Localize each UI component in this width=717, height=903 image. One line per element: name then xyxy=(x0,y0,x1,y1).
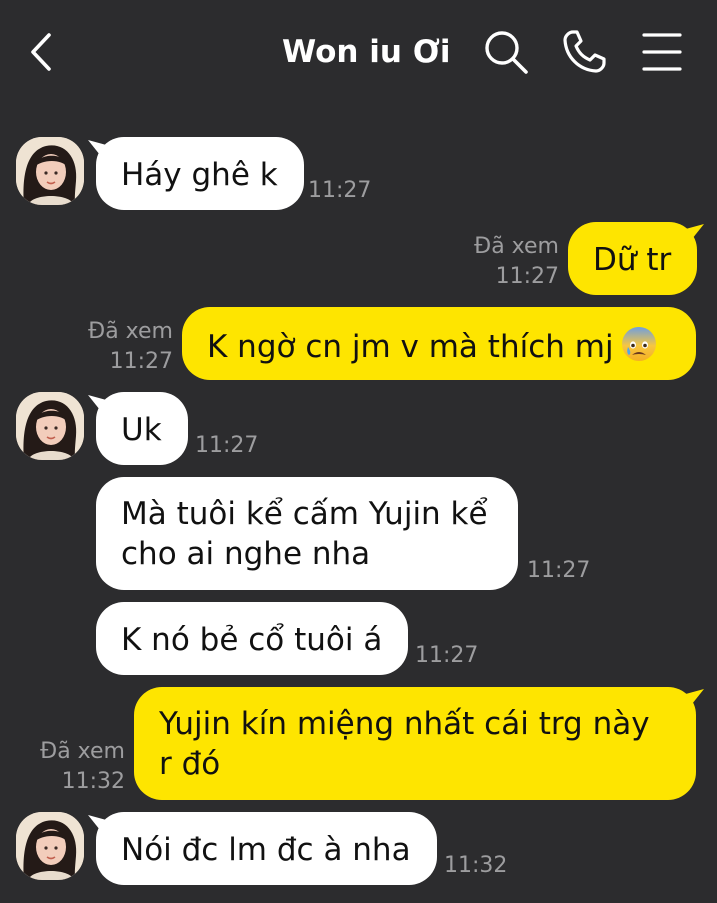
message-bubble-incoming[interactable]: Nói đc lm đc à nha xyxy=(96,812,437,885)
search-button[interactable] xyxy=(480,26,532,78)
profile-photo xyxy=(16,392,84,460)
message-bubble-incoming[interactable]: K nó bẻ cổ tuôi á xyxy=(96,602,409,675)
message-bubble-outgoing[interactable]: K ngờ cn jm v mà thích mj xyxy=(182,307,696,380)
message-time: 11:27 xyxy=(415,643,479,668)
avatar[interactable] xyxy=(16,812,84,880)
menu-button[interactable] xyxy=(636,26,688,78)
message-time: 11:27 xyxy=(495,264,559,289)
message-text: K nó bẻ cổ tuôi á xyxy=(121,622,383,658)
profile-photo xyxy=(16,137,84,205)
message-time: 11:32 xyxy=(444,853,508,878)
hamburger-menu-icon xyxy=(642,33,682,71)
profile-photo xyxy=(16,812,84,880)
message-text: Nói đc lm đc à nha xyxy=(121,832,411,868)
phone-icon xyxy=(563,30,606,73)
message-bubble-incoming[interactable]: Háy ghê k xyxy=(96,137,304,210)
message-meta: Đã xem 11:27 xyxy=(474,232,559,292)
avatar[interactable] xyxy=(16,392,84,460)
message-text: Mà tuôi kể cấm Yujin kể cho ai nghe nha xyxy=(121,496,488,572)
read-receipt: Đã xem xyxy=(40,739,125,764)
message-bubble-outgoing[interactable]: Dữ tr xyxy=(568,222,698,295)
message-meta: Đã xem 11:27 xyxy=(88,317,173,377)
read-receipt: Đã xem xyxy=(88,319,173,344)
message-time: 11:27 xyxy=(195,433,259,458)
message-text: Uk xyxy=(121,412,162,448)
message-text: Dữ tr xyxy=(593,242,672,278)
message-bubble-incoming[interactable]: Uk xyxy=(96,392,188,465)
chat-title: Won iu Ơi xyxy=(282,34,451,70)
call-button[interactable] xyxy=(558,26,610,78)
read-receipt: Đã xem xyxy=(474,234,559,259)
anxious-face-with-sweat-emoji xyxy=(621,327,656,361)
message-time: 11:27 xyxy=(527,558,591,583)
message-time: 11:32 xyxy=(61,769,125,794)
message-bubble-outgoing[interactable]: Yujin kín miệng nhất cái trg này r đó xyxy=(134,687,696,800)
back-button[interactable] xyxy=(22,28,62,76)
message-text: Yujin kín miệng nhất cái trg này r đó xyxy=(159,706,650,782)
chat-screen: Won iu Ơi Háy ghê k 11:27 Đã xem 11:27 D… xyxy=(0,0,717,903)
message-bubble-incoming[interactable]: Mà tuôi kể cấm Yujin kể cho ai nghe nha xyxy=(96,477,518,590)
message-text: Háy ghê k xyxy=(121,157,278,193)
message-time: 11:27 xyxy=(308,178,372,203)
chat-header: Won iu Ơi xyxy=(0,0,717,100)
search-icon xyxy=(485,31,528,74)
message-time: 11:27 xyxy=(109,349,173,374)
avatar[interactable] xyxy=(16,137,84,205)
chevron-left-icon xyxy=(31,33,51,71)
message-text: K ngờ cn jm v mà thích mj xyxy=(207,329,614,365)
message-meta: Đã xem 11:32 xyxy=(40,737,125,797)
